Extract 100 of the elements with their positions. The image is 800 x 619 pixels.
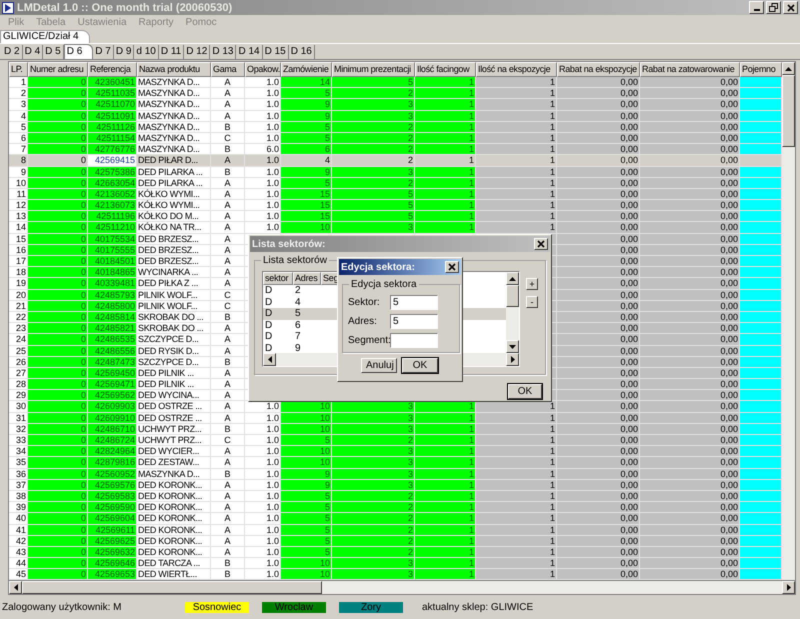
table-cell: 1: [476, 569, 557, 580]
table-cell: 0: [28, 346, 88, 357]
table-cell: 42569562: [88, 390, 137, 402]
table-cell: 42879816: [88, 457, 137, 469]
table-cell: 42569471: [88, 379, 137, 390]
table-cell: 5: [281, 490, 332, 502]
table-cell: 1.0: [245, 412, 281, 424]
table-cell: 20: [9, 290, 28, 301]
table-cell: 0,00: [640, 323, 740, 334]
table-cell: 0,00: [557, 356, 640, 368]
table-cell: 42569450: [88, 368, 137, 380]
table-cell: 0,00: [640, 334, 740, 346]
table-cell: 37: [9, 480, 28, 491]
table-cell: 1: [415, 122, 476, 133]
table-cell: 42511196: [88, 211, 137, 222]
table-cell: 1: [415, 178, 476, 189]
table-cell: 42609903: [88, 401, 137, 413]
table-cell: 0,00: [557, 122, 640, 133]
table-cell: 1: [476, 166, 557, 178]
table-cell: 0,00: [640, 88, 740, 100]
table-cell: 0,00: [640, 524, 740, 536]
table-cell: 0: [28, 368, 88, 380]
table-cell: B: [211, 569, 245, 580]
table-cell: 1.0: [245, 546, 281, 558]
table-cell: 1: [476, 502, 557, 514]
table-cell: C: [211, 290, 245, 301]
table-cell: 31: [9, 412, 28, 424]
table-cell: 0,00: [557, 524, 640, 536]
table-cell: 0,00: [557, 88, 640, 100]
table-cell: DED PILNIK ...: [137, 379, 211, 390]
table-cell: 1: [415, 401, 476, 413]
table-cell: 5: [281, 132, 332, 144]
field-label: Segment:: [348, 334, 390, 346]
table-cell: 0,00: [640, 178, 740, 189]
table-cell: 5: [332, 188, 415, 200]
table-cell: DED KORONK...: [137, 524, 211, 536]
table-cell: 42569632: [88, 546, 137, 558]
table-cell: 2: [332, 122, 415, 133]
table-cell: 0: [28, 502, 88, 514]
table-cell: A: [211, 334, 245, 346]
table-cell: 0: [28, 188, 88, 200]
table-cell: 1: [415, 188, 476, 200]
table-cell: 3: [332, 222, 415, 234]
table-cell: 2: [332, 513, 415, 524]
table-cell: 1: [476, 132, 557, 144]
table-cell: 1: [476, 480, 557, 491]
table-cell: 1.0: [245, 457, 281, 469]
table-cell: 0,00: [557, 468, 640, 480]
table-cell: DED PILNIK ...: [137, 368, 211, 380]
table-cell: 0: [28, 480, 88, 491]
table-cell: 5: [281, 122, 332, 133]
table-cell: 0: [28, 155, 88, 166]
table-cell: 29: [9, 390, 28, 402]
table-cell: 15: [281, 200, 332, 212]
table-cell: DED KORONK...: [137, 490, 211, 502]
table-cell: 0: [28, 110, 88, 122]
table-cell: 8: [9, 155, 28, 166]
table-cell: 17: [9, 256, 28, 268]
table-cell: 14: [281, 77, 332, 88]
table-cell: 0,00: [557, 424, 640, 435]
table-cell: DED BRZESZ...: [137, 256, 211, 268]
table-cell: 1: [476, 211, 557, 222]
table-cell: 1: [415, 424, 476, 435]
table-cell: SZCZYPCE D...: [137, 334, 211, 346]
table-cell: 0: [28, 490, 88, 502]
field-label: Adres:: [348, 316, 378, 326]
table-cell: 3: [332, 401, 415, 413]
table-cell: 2: [332, 524, 415, 536]
table-cell: 1.0: [245, 401, 281, 413]
table-cell: 5: [281, 178, 332, 189]
table-cell: 1: [415, 490, 476, 502]
table-cell: 3: [332, 558, 415, 570]
table-cell: 15: [281, 188, 332, 200]
table-cell: 40175555: [88, 244, 137, 256]
table-cell: 0,00: [557, 244, 640, 256]
table-cell: 14: [9, 222, 28, 234]
table-cell: 0,00: [557, 323, 640, 334]
table-cell: 0: [28, 401, 88, 413]
table-cell: 3: [332, 412, 415, 424]
table-cell: 0,00: [640, 412, 740, 424]
table-cell: 0: [28, 435, 88, 446]
table-cell: C: [211, 435, 245, 446]
table-cell: 42486535: [88, 334, 137, 346]
table-cell: A: [211, 234, 245, 245]
table-cell: 2: [332, 155, 415, 166]
table-cell: 0,00: [557, 99, 640, 111]
table-cell: 43: [9, 546, 28, 558]
table-cell: 1: [415, 132, 476, 144]
table-cell: 3: [9, 99, 28, 111]
table-cell: 2: [332, 144, 415, 156]
table-cell: 25: [9, 346, 28, 357]
table-cell: 40184865: [88, 267, 137, 278]
table-cell: A: [211, 188, 245, 200]
table-cell: 0: [28, 524, 88, 536]
table-cell: 0,00: [640, 256, 740, 268]
table-cell: 1.0: [245, 468, 281, 480]
table-cell: A: [211, 524, 245, 536]
logged-user-label: Zalogowany użytkownik: M: [2, 602, 122, 613]
table-cell: 1.0: [245, 110, 281, 122]
table-cell: 0,00: [640, 77, 740, 88]
